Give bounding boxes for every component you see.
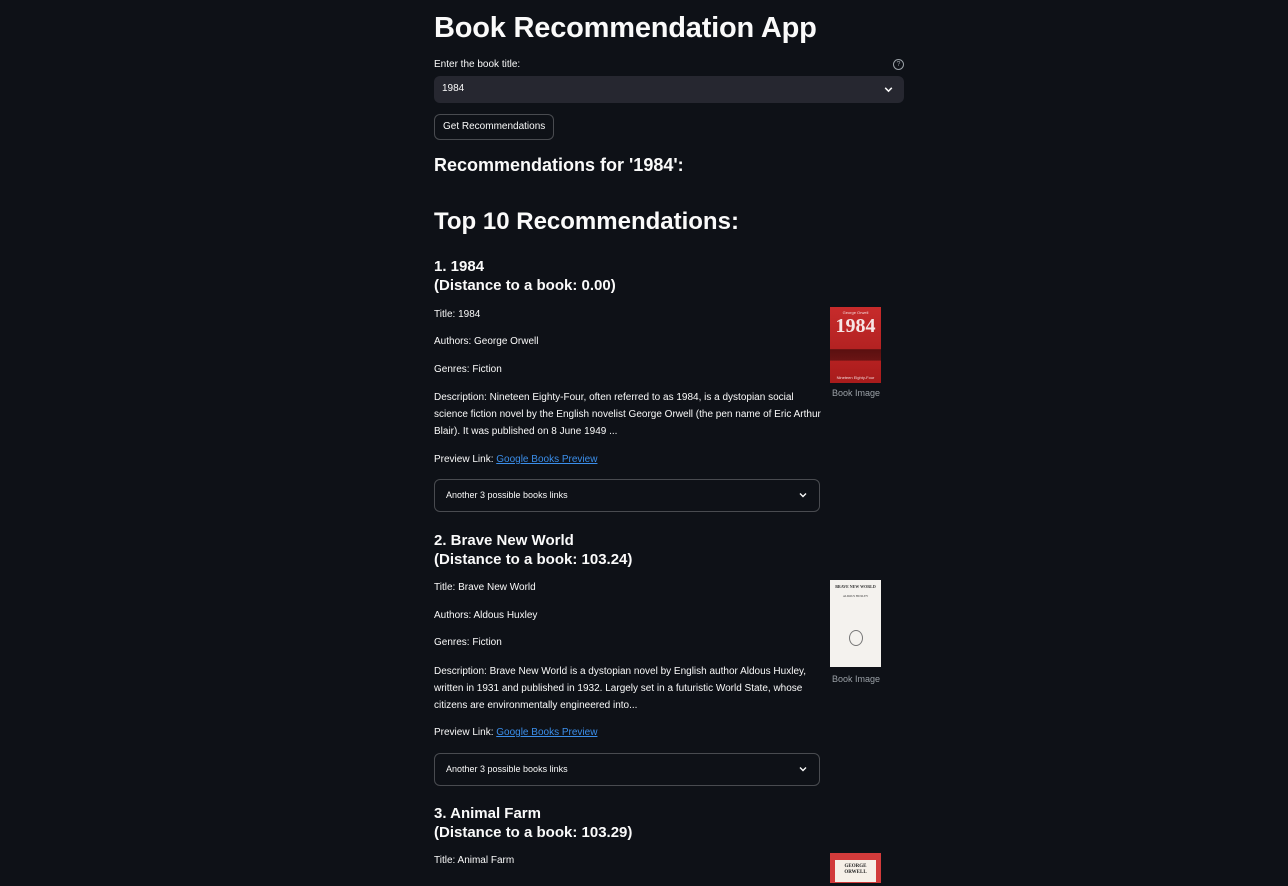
book-image-caption: Book Image [831,674,881,684]
book-distance: (Distance to a book: 103.29) [434,824,633,841]
recommendations-for-heading: Recommendations for '1984': [434,155,684,175]
book-title-field: Title: Animal Farm [434,855,515,866]
google-books-preview-link[interactable]: Google Books Preview [496,454,597,465]
book-description: Description: Nineteen Eighty-Four, often… [434,392,821,437]
book-authors-field: Authors: Aldous Huxley [434,610,538,621]
book-heading: 2. Brave New World (Distance to a book: … [434,531,904,569]
google-books-preview-link[interactable]: Google Books Preview [496,727,597,738]
book-title-field: Title: Brave New World [434,582,536,593]
more-books-expander[interactable]: Another 3 possible books links [434,753,820,786]
book-preview-line: Preview Link: Google Books Preview [434,454,597,465]
book-genres-field: Genres: Fiction [434,637,502,648]
book-card: 2. Brave New World (Distance to a book: … [434,531,904,786]
cover-title-text: 1984 [835,315,876,337]
expander-label: Another 3 possible books links [446,764,568,774]
book-description: Description: Brave New World is a dystop… [434,666,807,711]
cover-emblem [849,630,863,646]
chevron-down-icon [884,87,893,93]
book-title-label: Enter the book title: [434,59,521,70]
get-recommendations-button[interactable]: Get Recommendations [434,114,555,140]
book-image-caption: Book Image [831,388,881,398]
book-title-select[interactable]: 1984 [434,76,904,103]
book-heading: 1. 1984 (Distance to a book: 0.00) [434,257,904,295]
book-rank-title: 1. 1984 [434,258,485,275]
book-cover-image: GEORGE ORWELL [830,853,881,883]
chevron-down-icon [799,493,807,498]
cover-title-text: BRAVE NEW WORLD [835,584,876,589]
preview-label: Preview Link: [434,727,497,738]
book-card: 1. 1984 (Distance to a book: 0.00) Title… [434,257,904,512]
cover-author-text: ALDOUS HUXLEY [842,594,869,598]
preview-label: Preview Link: [434,454,497,465]
cover-author-line2: ORWELL [844,870,867,875]
more-books-expander[interactable]: Another 3 possible books links [434,479,820,512]
book-authors-field: Authors: George Orwell [434,336,539,347]
question-circle-icon[interactable]: ? [893,59,904,70]
cover-author-line1: GEORGE [844,864,867,869]
book-title-field: Title: 1984 [434,309,481,320]
book-heading: 3. Animal Farm (Distance to a book: 103.… [434,804,904,842]
cover-subtitle-text: Nineteen Eighty-Four [836,375,875,380]
book-genres-field: Genres: Fiction [434,364,502,375]
book-distance: (Distance to a book: 103.24) [434,551,633,568]
book-preview-line: Preview Link: Google Books Preview [434,727,597,738]
book-cover-image: George Orwell 1984 Nineteen Eighty-Four [830,307,881,383]
book-title-selected-value: 1984 [442,83,465,94]
chevron-down-icon [799,767,807,772]
book-rank-title: 2. Brave New World [434,532,574,549]
book-card: 3. Animal Farm (Distance to a book: 103.… [434,804,904,883]
book-cover-image: BRAVE NEW WORLD ALDOUS HUXLEY [830,580,881,667]
expander-label: Another 3 possible books links [446,490,568,500]
page-title: Book Recommendation App [434,12,817,44]
book-rank-title: 3. Animal Farm [434,805,541,822]
book-distance: (Distance to a book: 0.00) [434,277,616,294]
top-recommendations-heading: Top 10 Recommendations: [434,208,739,235]
